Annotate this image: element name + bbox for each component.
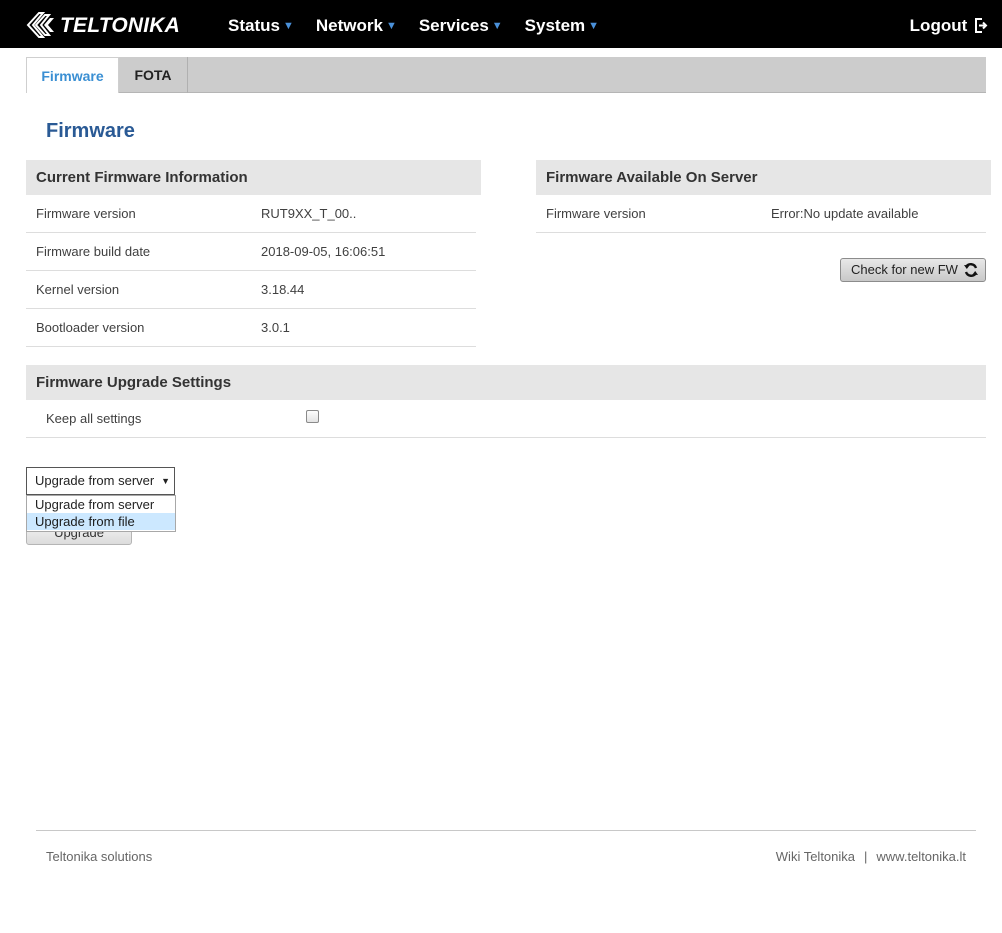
caret-down-icon: ▼ — [385, 20, 397, 32]
build-date-row: Firmware build date 2018-09-05, 16:06:51 — [26, 233, 476, 271]
server-firmware-header: Firmware Available On Server — [536, 160, 991, 195]
nav-status-label: Status — [228, 16, 280, 35]
option-upgrade-from-file[interactable]: Upgrade from file — [27, 513, 175, 530]
keep-settings-label: Keep all settings — [46, 411, 142, 426]
wiki-link[interactable]: Wiki Teltonika — [776, 849, 855, 864]
logo-text: TELTONIKA — [60, 14, 181, 37]
row-label: Kernel version — [36, 282, 120, 297]
caret-down-icon: ▼ — [491, 20, 503, 32]
server-firmware-version-row: Firmware version Error:No update availab… — [536, 195, 986, 233]
main-nav: Status ▼ Network ▼ Services ▼ System ▼ — [228, 0, 621, 48]
footer-separator: | — [864, 849, 868, 864]
row-value: 3.0.1 — [261, 320, 290, 335]
upgrade-source-select[interactable]: Upgrade from server ▼ — [26, 467, 175, 495]
upgrade-source-dropdown: Upgrade from server Upgrade from file — [26, 495, 176, 532]
logout-icon — [975, 18, 988, 33]
row-value: 3.18.44 — [261, 282, 305, 297]
row-value: RUT9XX_T_00.. — [261, 206, 357, 221]
teltonika-logo[interactable]: TELTONIKA — [26, 10, 182, 40]
nav-services[interactable]: Services ▼ — [419, 0, 503, 48]
option-upgrade-from-server[interactable]: Upgrade from server — [27, 496, 175, 513]
row-value: 2018-09-05, 16:06:51 — [261, 244, 386, 259]
nav-services-label: Services — [418, 16, 489, 35]
caret-down-icon: ▼ — [282, 20, 294, 32]
nav-system-label: System — [524, 16, 586, 35]
row-label: Firmware build date — [36, 244, 151, 259]
page-title: Firmware — [46, 120, 135, 142]
current-firmware-header: Current Firmware Information — [26, 160, 481, 195]
tab-bar: Firmware FOTA — [26, 57, 986, 93]
check-new-fw-button[interactable]: Check for new FW — [840, 258, 986, 282]
dropdown-arrow-icon: ▼ — [161, 476, 170, 486]
check-new-fw-label: Check for new FW — [851, 262, 958, 277]
select-value: Upgrade from server — [35, 473, 155, 488]
tab-firmware[interactable]: Firmware — [26, 57, 119, 93]
kernel-version-row: Kernel version 3.18.44 — [26, 271, 476, 309]
keep-settings-row: Keep all settings — [26, 400, 986, 438]
row-label: Bootloader version — [36, 320, 145, 335]
logout-label: Logout — [909, 16, 968, 35]
logout-button[interactable]: Logout — [910, 0, 988, 52]
upgrade-settings-header: Firmware Upgrade Settings — [26, 365, 986, 400]
caret-down-icon: ▼ — [588, 20, 600, 32]
keep-settings-checkbox[interactable] — [306, 410, 319, 423]
nav-system[interactable]: System ▼ — [525, 0, 599, 48]
nav-network[interactable]: Network ▼ — [316, 0, 397, 48]
tab-fota[interactable]: FOTA — [119, 57, 188, 93]
footer-divider — [36, 830, 976, 831]
firmware-version-row: Firmware version RUT9XX_T_00.. — [26, 195, 476, 233]
footer-links: Wiki Teltonika | www.teltonika.lt — [776, 849, 966, 864]
row-label: Firmware version — [546, 206, 646, 221]
website-link[interactable]: www.teltonika.lt — [876, 849, 966, 864]
footer-company: Teltonika solutions — [46, 849, 153, 864]
nav-status[interactable]: Status ▼ — [228, 0, 294, 48]
bootloader-version-row: Bootloader version 3.0.1 — [26, 309, 476, 347]
row-value: Error:No update available — [771, 206, 919, 221]
row-label: Firmware version — [36, 206, 136, 221]
top-header: TELTONIKA Status ▼ Network ▼ Services ▼ Sys… — [0, 0, 1002, 48]
refresh-icon — [964, 263, 978, 277]
nav-network-label: Network — [315, 16, 383, 35]
